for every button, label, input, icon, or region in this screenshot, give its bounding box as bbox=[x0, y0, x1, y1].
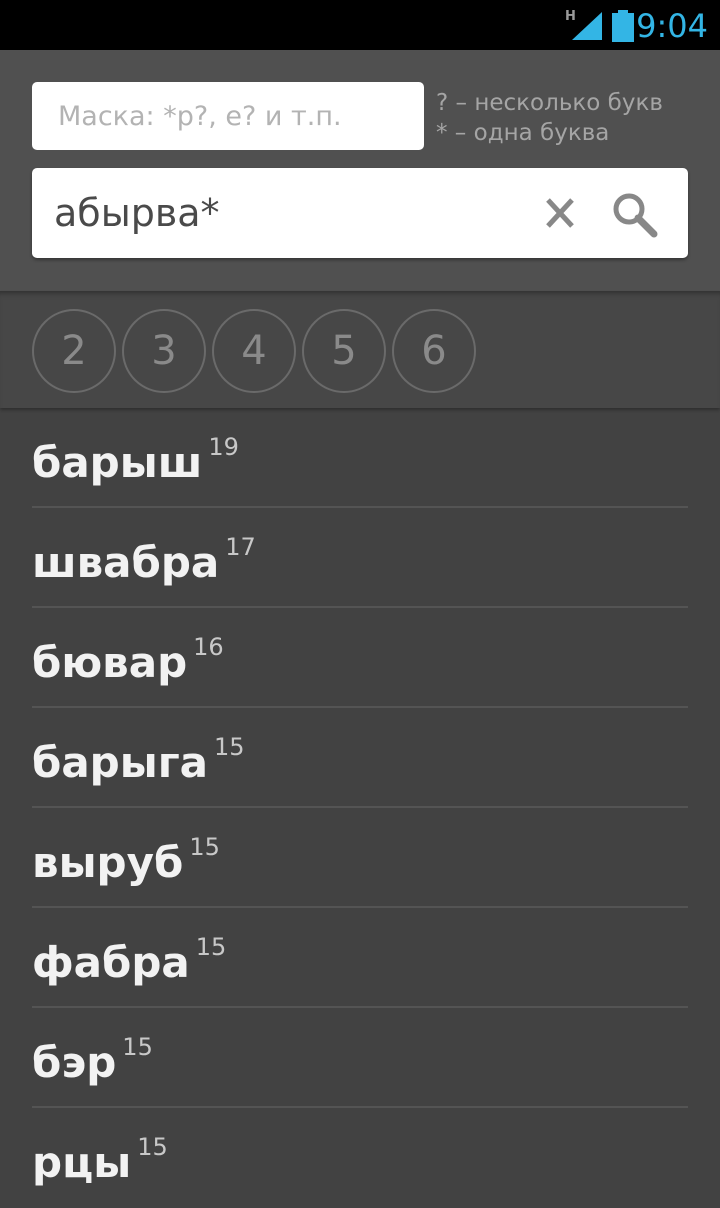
result-word-block: фабра 15 bbox=[32, 933, 226, 987]
status-bar: H 9:04 bbox=[0, 0, 720, 50]
result-word-block: бювар 16 bbox=[32, 633, 224, 687]
list-item[interactable]: рцы 15 bbox=[32, 1108, 688, 1208]
list-item[interactable]: бювар 16 bbox=[32, 608, 688, 708]
hint-one-letter: * – одна буква bbox=[436, 120, 610, 146]
result-word-block: барыга 15 bbox=[32, 733, 245, 787]
result-word-block: швабра 17 bbox=[32, 533, 256, 587]
result-word: фабра bbox=[32, 938, 190, 987]
result-word-block: выруб 15 bbox=[32, 833, 220, 887]
result-word: барыш bbox=[32, 438, 203, 487]
length-3-button[interactable]: 3 bbox=[122, 309, 206, 393]
list-item[interactable]: барыш 19 bbox=[32, 408, 688, 508]
close-icon[interactable] bbox=[538, 193, 582, 233]
signal-strength-icon bbox=[572, 12, 602, 40]
length-2-button[interactable]: 2 bbox=[32, 309, 116, 393]
result-score: 16 bbox=[193, 633, 224, 661]
hint-many-letters: ? – несколько букв bbox=[436, 90, 663, 116]
result-word: бэр bbox=[32, 1038, 117, 1087]
result-word: бювар bbox=[32, 638, 188, 687]
list-item[interactable]: выруб 15 bbox=[32, 808, 688, 908]
result-score: 15 bbox=[195, 933, 227, 961]
result-score: 17 bbox=[225, 533, 256, 561]
result-score: 19 bbox=[208, 433, 239, 461]
mask-input[interactable] bbox=[32, 82, 424, 150]
result-word-block: рцы 15 bbox=[32, 1133, 168, 1187]
result-score: 15 bbox=[189, 833, 220, 861]
list-item[interactable]: барыга 15 bbox=[32, 708, 688, 808]
query-box bbox=[32, 168, 688, 258]
battery-icon bbox=[612, 10, 634, 42]
clock: 9:04 bbox=[636, 7, 708, 45]
length-4-button[interactable]: 4 bbox=[212, 309, 296, 393]
result-score: 15 bbox=[122, 1033, 153, 1061]
result-word: швабра bbox=[32, 538, 220, 587]
list-item[interactable]: бэр 15 bbox=[32, 1008, 688, 1108]
list-item[interactable]: фабра 15 bbox=[32, 908, 688, 1008]
list-item[interactable]: швабра 17 bbox=[32, 508, 688, 608]
result-word: выруб bbox=[32, 838, 184, 887]
length-5-button[interactable]: 5 bbox=[302, 309, 386, 393]
result-word: барыга bbox=[32, 738, 208, 787]
result-word: рцы bbox=[32, 1138, 132, 1187]
word-length-filter-bar: 2 3 4 5 6 bbox=[0, 291, 720, 408]
result-word-block: барыш 19 bbox=[32, 433, 239, 487]
result-score: 15 bbox=[137, 1133, 168, 1161]
query-input[interactable] bbox=[32, 168, 532, 258]
search-panel: ? – несколько букв * – одна буква bbox=[0, 50, 720, 291]
length-6-button[interactable]: 6 bbox=[392, 309, 476, 393]
result-score: 15 bbox=[214, 733, 245, 761]
result-word-block: бэр 15 bbox=[32, 1033, 153, 1087]
search-icon[interactable] bbox=[610, 190, 660, 238]
